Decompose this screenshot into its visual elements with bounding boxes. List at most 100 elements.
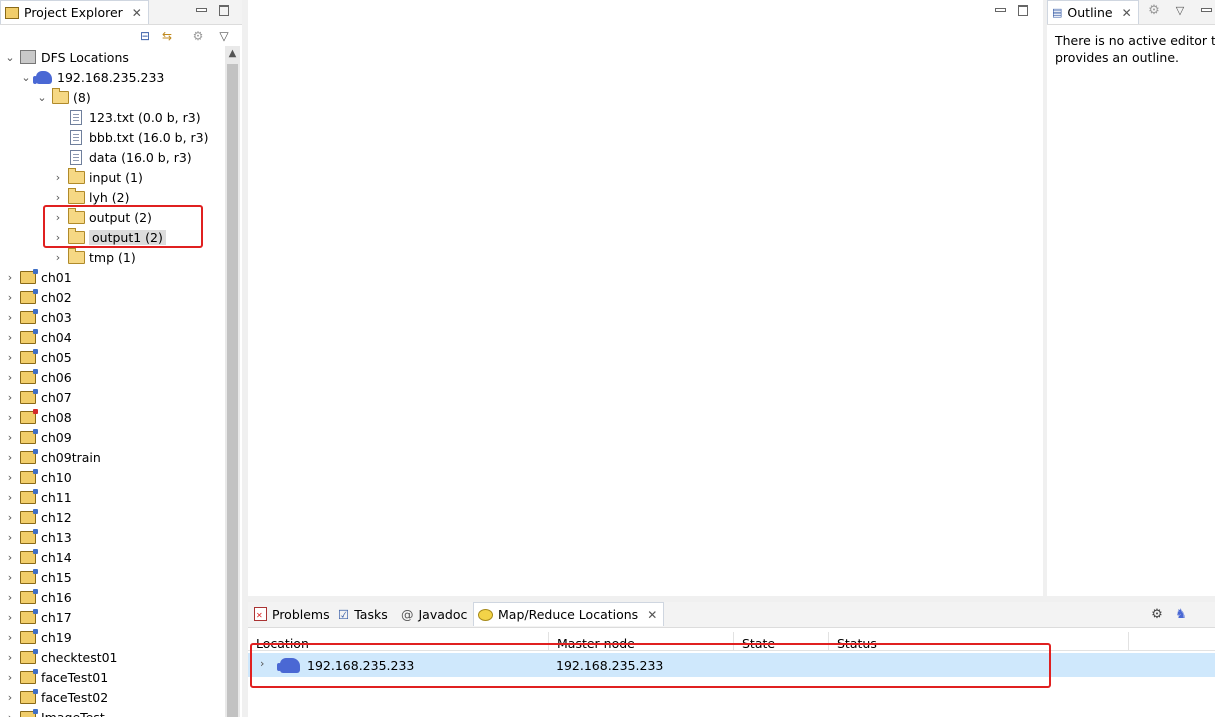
tab-outline[interactable]: ▤ Outline ✕ [1047,0,1139,24]
tab-map-reduce-locations[interactable]: Map/Reduce Locations ✕ [473,602,665,626]
tree-item[interactable]: 123.txt (0.0 b, r3) [52,107,201,127]
chevron-right-icon[interactable]: › [52,251,64,264]
tree-item[interactable]: › lyh (2) [52,187,129,207]
outline-message-line2: provides an outline. [1055,50,1179,65]
chevron-right-icon[interactable]: › [4,651,16,664]
minimize-button[interactable] [194,3,208,17]
chevron-right-icon[interactable]: › [4,411,16,424]
tab-tasks[interactable]: ☑ Tasks [334,602,394,626]
tree-item[interactable]: data (16.0 b, r3) [52,147,192,167]
project-item[interactable]: › ch16 [4,587,72,607]
project-item[interactable]: › checktest01 [4,647,118,667]
chevron-right-icon[interactable]: › [4,371,16,384]
bottom-minimize-button[interactable] [1200,607,1214,621]
tree-item[interactable]: ⌄ 192.168.235.233 [20,67,164,87]
project-item[interactable]: › ch14 [4,547,72,567]
scrollbar-thumb[interactable] [227,64,238,717]
project-item[interactable]: › ch09 [4,427,72,447]
chevron-down-icon[interactable]: ⌄ [4,51,16,64]
chevron-right-icon[interactable]: › [4,271,16,284]
outline-close-icon[interactable]: ✕ [1122,6,1132,20]
tree-item-label: 192.168.235.233 [57,69,165,85]
chevron-right-icon[interactable]: › [4,611,16,624]
project-item[interactable]: › ch17 [4,607,72,627]
outline-minimize-button[interactable] [1199,3,1213,17]
chevron-right-icon[interactable]: › [4,691,16,704]
chevron-right-icon[interactable]: › [4,291,16,304]
project-icon [19,588,38,605]
project-item[interactable]: › faceTest01 [4,667,108,687]
chevron-right-icon[interactable]: › [4,631,16,644]
tree-item[interactable]: › tmp (1) [52,247,136,267]
project-item[interactable]: › faceTest02 [4,687,108,707]
file-icon [67,129,85,145]
tree-scrollbar[interactable]: ▲ [225,46,240,717]
chevron-right-icon[interactable]: › [4,711,16,717]
project-item[interactable]: › ch08 [4,407,72,427]
map-reduce-close-icon[interactable]: ✕ [647,608,657,622]
project-item[interactable]: › ImageTest [4,707,105,717]
project-item[interactable]: › ch12 [4,507,72,527]
project-icon [19,688,38,705]
tree-item[interactable]: ⌄ DFS Locations [4,47,129,67]
project-item[interactable]: › ch10 [4,467,72,487]
tree-item[interactable]: › input (1) [52,167,143,187]
tree-item[interactable]: bbb.txt (16.0 b, r3) [52,127,208,147]
project-item[interactable]: › ch13 [4,527,72,547]
chevron-right-icon[interactable]: › [4,571,16,584]
chevron-right-icon[interactable]: › [4,531,16,544]
project-item[interactable]: › ch11 [4,487,72,507]
tab-project-explorer-label: Project Explorer [24,5,123,20]
chevron-right-icon[interactable]: › [4,351,16,364]
project-icon [19,628,38,645]
chevron-right-icon[interactable]: › [4,331,16,344]
chevron-right-icon[interactable]: › [4,431,16,444]
close-icon[interactable]: ✕ [132,6,142,20]
chevron-right-icon[interactable]: › [4,591,16,604]
chevron-right-icon[interactable]: › [4,671,16,684]
project-item[interactable]: › ch09train [4,447,101,467]
gears-icon[interactable]: ⚙ [190,28,206,44]
project-item[interactable]: › ch05 [4,347,72,367]
link-with-editor-icon[interactable]: ⇆ [159,28,175,44]
chevron-down-icon[interactable]: ⌄ [36,91,48,104]
chevron-right-icon[interactable]: › [4,511,16,524]
project-item[interactable]: › ch02 [4,287,72,307]
project-item[interactable]: › ch07 [4,387,72,407]
chevron-right-icon[interactable]: › [4,551,16,564]
project-item[interactable]: › ch15 [4,567,72,587]
chevron-right-icon[interactable]: › [4,451,16,464]
chevron-right-icon[interactable]: › [4,471,16,484]
view-menu-icon[interactable]: ▽ [216,28,232,44]
chevron-down-icon[interactable]: ⌄ [20,71,32,84]
chevron-right-icon[interactable]: › [4,391,16,404]
project-item[interactable]: › ch04 [4,327,72,347]
scroll-up-icon[interactable]: ▲ [225,48,240,59]
editor-minimize-button[interactable] [993,3,1007,17]
project-item[interactable]: › ch03 [4,307,72,327]
maximize-button[interactable] [217,3,231,17]
collapse-all-icon[interactable]: ⊟ [137,28,153,44]
project-item[interactable]: › ch01 [4,267,72,287]
tree-item[interactable]: ⌄ (8) [36,87,91,107]
editor-maximize-button[interactable] [1016,3,1030,17]
project-icon [19,668,38,685]
tab-project-explorer[interactable]: Project Explorer ✕ [0,0,149,24]
tab-javadoc[interactable]: @ Javadoc [397,602,473,626]
project-item[interactable]: › ch19 [4,627,72,647]
chevron-right-icon[interactable]: › [52,191,64,204]
tree-item-label: 123.txt (0.0 b, r3) [89,109,201,125]
project-icon [19,448,38,465]
outline-gears-icon[interactable]: ⚙ [1147,3,1161,18]
tab-problems[interactable]: ✕ Problems [250,602,336,626]
project-item[interactable]: › ch06 [4,367,72,387]
outline-panel: ▤ Outline ✕ ⚙ ▽ There is no active edito… [1047,0,1215,596]
chevron-right-icon[interactable]: › [4,491,16,504]
project-icon [19,368,38,385]
chevron-right-icon[interactable]: › [4,311,16,324]
outline-view-menu-icon[interactable]: ▽ [1173,3,1187,17]
chevron-right-icon[interactable]: › [52,171,64,184]
project-icon [19,328,38,345]
new-location-icon[interactable]: ⚙ [1150,607,1164,622]
hadoop-elephant-icon[interactable]: ♞ [1174,607,1188,622]
